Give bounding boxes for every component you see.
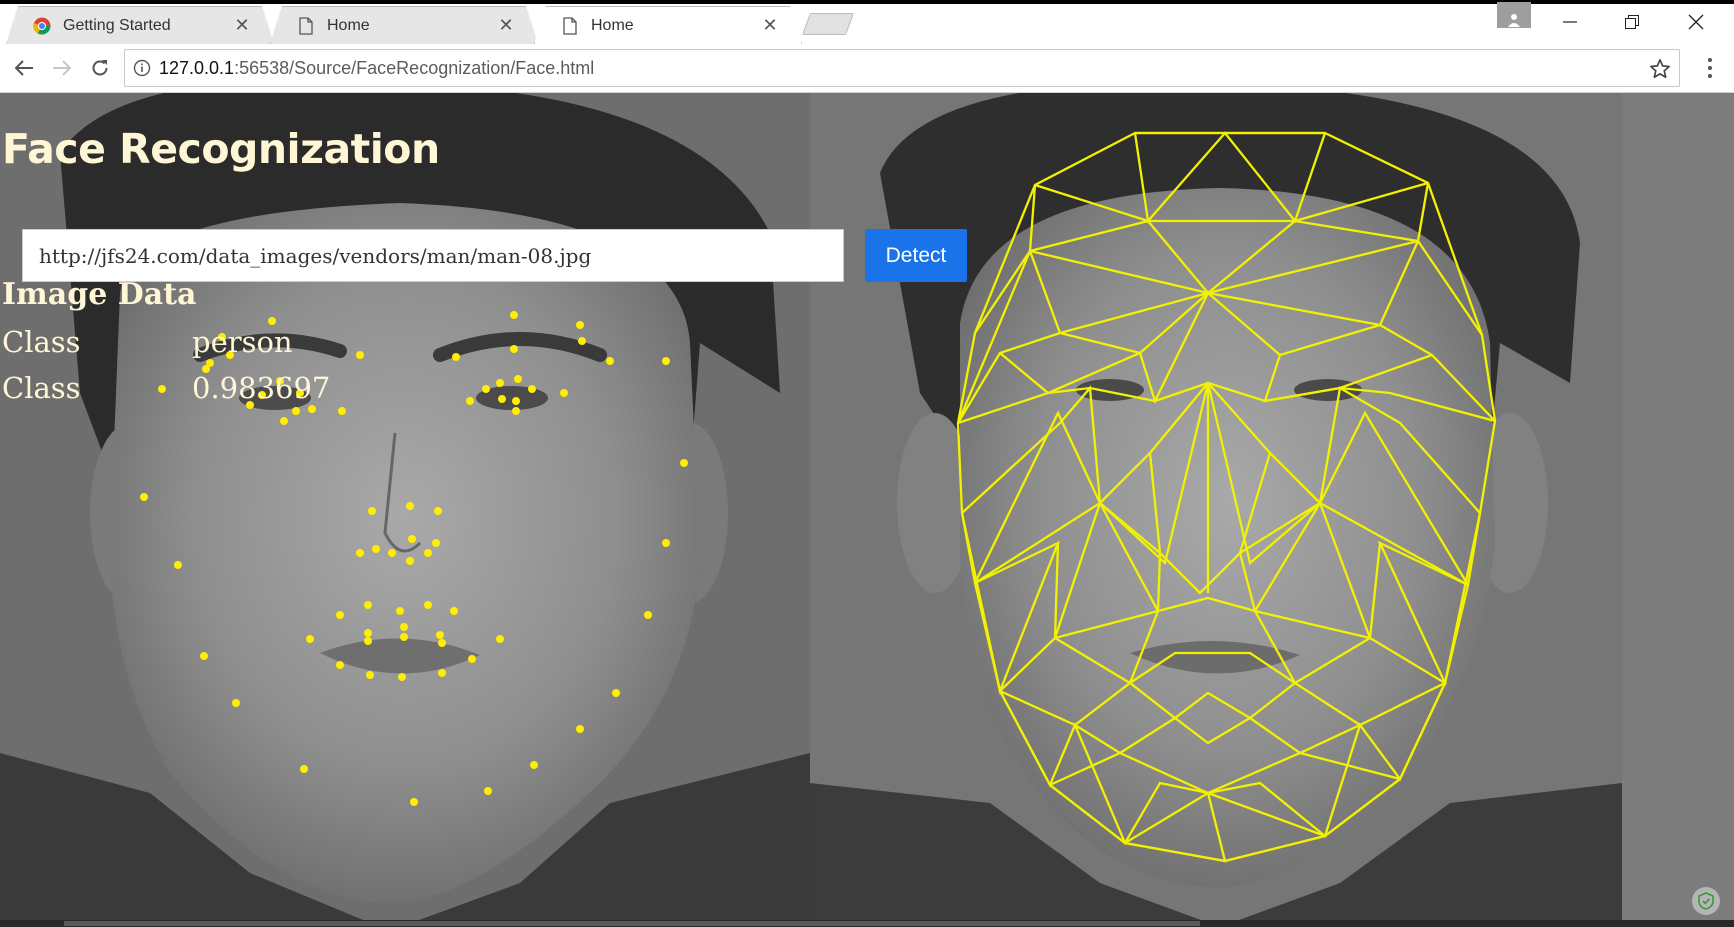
face-photo-landmarks	[0, 93, 810, 927]
browser-toolbar: 127.0.0.1:56538/Source/FaceRecognization…	[0, 44, 1734, 93]
url-path: :56538/Source/FaceRecognization/Face.htm…	[234, 57, 595, 78]
horizontal-scrollbar[interactable]	[0, 920, 1734, 927]
address-bar[interactable]: 127.0.0.1:56538/Source/FaceRecognization…	[124, 49, 1680, 87]
close-icon[interactable]: ✕	[759, 15, 781, 37]
data-key: Class	[2, 371, 81, 405]
face-photo-mesh	[810, 93, 1622, 927]
shield-icon[interactable]	[1692, 887, 1720, 915]
reload-icon[interactable]	[84, 52, 116, 84]
page-icon	[297, 17, 315, 35]
minimize-icon[interactable]	[1540, 4, 1600, 40]
restore-icon[interactable]	[1602, 4, 1662, 40]
tab-getting-started[interactable]: Getting Started ✕	[6, 6, 274, 44]
next-photo-edge	[1622, 93, 1734, 927]
new-tab-button[interactable]	[801, 13, 855, 35]
back-icon[interactable]	[8, 52, 40, 84]
image-url-input[interactable]	[22, 229, 844, 282]
close-icon[interactable]: ✕	[495, 15, 517, 37]
face-images	[0, 93, 1734, 927]
image-data-heading: Image Data	[2, 277, 197, 312]
tab-title: Home	[327, 16, 370, 34]
profile-icon[interactable]	[1497, 2, 1531, 28]
browser-chrome: Getting Started ✕ Home ✕ Home ✕ 127.0.0.…	[0, 0, 1734, 93]
data-key: Class	[2, 325, 81, 359]
data-value: 0.983697	[192, 371, 331, 405]
browser-menu-icon[interactable]	[1700, 54, 1720, 82]
forward-icon[interactable]	[46, 52, 78, 84]
bookmark-star-icon[interactable]	[1649, 58, 1671, 80]
url-text: 127.0.0.1:56538/Source/FaceRecognization…	[159, 58, 594, 79]
window-top-border	[0, 0, 1734, 4]
tab-strip: Getting Started ✕ Home ✕ Home ✕	[0, 0, 1734, 44]
tab-home-active[interactable]: Home ✕	[534, 6, 802, 44]
data-value: person	[192, 325, 293, 359]
scrollbar-thumb[interactable]	[64, 921, 1200, 926]
close-window-icon[interactable]	[1666, 4, 1726, 40]
tab-title: Home	[591, 16, 634, 34]
detect-button[interactable]: Detect	[865, 229, 967, 282]
tab-home-1[interactable]: Home ✕	[270, 6, 538, 44]
page-title: Face Recognization	[2, 125, 440, 173]
chrome-icon	[33, 17, 51, 35]
close-icon[interactable]: ✕	[231, 15, 253, 37]
tab-title: Getting Started	[63, 16, 171, 34]
page-viewport: Face Recognization Detect Image Data Cla…	[0, 93, 1734, 927]
info-icon[interactable]	[125, 59, 159, 77]
url-host: 127.0.0.1	[159, 57, 235, 78]
page-icon	[561, 17, 579, 35]
